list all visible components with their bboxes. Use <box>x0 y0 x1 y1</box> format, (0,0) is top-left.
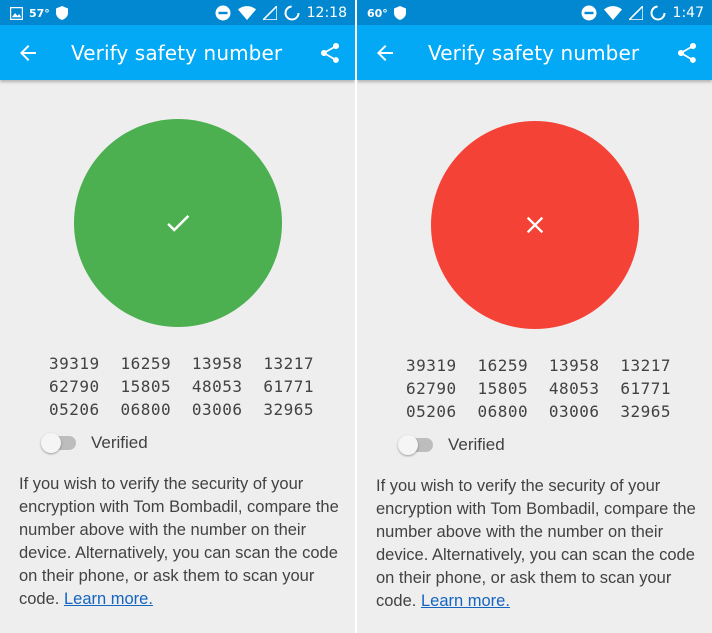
temperature: 60° <box>367 6 388 20</box>
safety-number-group: 16259 <box>120 354 172 373</box>
clock: 1:47 <box>672 4 704 21</box>
toggle-thumb <box>41 433 61 453</box>
wifi-icon <box>603 5 622 20</box>
checkmark-icon <box>167 215 190 232</box>
safety-number-group: 13958 <box>548 356 600 375</box>
safety-number-group: 61771 <box>263 377 314 396</box>
safety-number-group: 32965 <box>263 400 314 419</box>
screen-mismatch: 60° 1:47 Verify safety number 39319 1625… <box>357 0 712 633</box>
safety-number-group: 61771 <box>620 379 671 398</box>
safety-number-row: 05206 06800 03006 32965 <box>406 400 671 423</box>
safety-number-row: 62790 15805 48053 61771 <box>406 377 671 400</box>
safety-number-group: 05206 <box>49 400 100 419</box>
safety-number-group: 03006 <box>548 402 600 421</box>
page-title: Verify safety number <box>71 41 283 65</box>
safety-number-group: 06800 <box>120 400 172 419</box>
safety-number-group: 48053 <box>548 379 600 398</box>
back-arrow-icon[interactable] <box>16 41 40 65</box>
safety-number-group: 48053 <box>191 377 243 396</box>
safety-number-group: 16259 <box>477 356 529 375</box>
share-icon[interactable] <box>675 41 699 65</box>
verification-status-circle <box>431 121 639 329</box>
safety-number-group: 13217 <box>620 356 671 375</box>
safety-number: 39319 16259 13958 13217 62790 15805 4805… <box>406 354 671 423</box>
safety-number-group: 39319 <box>406 356 457 375</box>
signal-icon <box>262 5 277 20</box>
verified-toggle[interactable] <box>398 435 434 455</box>
description-text: If you wish to verify the security of yo… <box>19 475 339 608</box>
back-arrow-icon[interactable] <box>373 41 397 65</box>
safety-number-group: 39319 <box>49 354 100 373</box>
safety-number-group: 13217 <box>263 354 314 373</box>
safety-number-group: 15805 <box>477 379 529 398</box>
safety-number-group: 03006 <box>191 400 243 419</box>
temperature: 57° <box>29 6 50 20</box>
learn-more-link[interactable]: Learn more. <box>64 590 153 608</box>
status-bar: 57° 12:18 <box>0 0 355 25</box>
safety-number-group: 05206 <box>406 402 457 421</box>
safety-number-group: 13958 <box>191 354 243 373</box>
safety-number-row: 39319 16259 13958 13217 <box>406 354 671 377</box>
dnd-icon <box>215 5 231 20</box>
image-icon <box>10 6 23 20</box>
safety-number-group: 32965 <box>620 402 671 421</box>
x-mark-icon <box>526 216 544 234</box>
shield-icon <box>393 6 406 20</box>
app-bar: Verify safety number <box>357 25 712 80</box>
safety-number-row: 62790 15805 48053 61771 <box>49 375 314 398</box>
signal-icon <box>628 5 643 20</box>
learn-more-link[interactable]: Learn more. <box>421 592 510 610</box>
screen-verified: 57° 12:18 Verify safety number 39319 162… <box>0 0 355 633</box>
verified-toggle[interactable] <box>41 433 77 453</box>
verified-label: Verified <box>448 435 505 454</box>
verification-status-circle <box>74 119 282 327</box>
clock: 12:18 <box>306 4 347 21</box>
app-bar: Verify safety number <box>0 25 355 80</box>
dnd-icon <box>581 5 597 20</box>
safety-number-group: 62790 <box>406 379 457 398</box>
safety-number-group: 06800 <box>477 402 529 421</box>
verification-description: If you wish to verify the security of yo… <box>19 473 344 611</box>
safety-number: 39319 16259 13958 13217 62790 15805 4805… <box>49 352 314 421</box>
toggle-thumb <box>398 435 418 455</box>
verified-label: Verified <box>91 433 148 452</box>
verified-toggle-row: Verified <box>41 431 148 455</box>
status-bar: 60° 1:47 <box>357 0 712 25</box>
safety-number-row: 39319 16259 13958 13217 <box>49 352 314 375</box>
verified-toggle-row: Verified <box>398 433 505 457</box>
safety-number-row: 05206 06800 03006 32965 <box>49 398 314 421</box>
description-text: If you wish to verify the security of yo… <box>376 477 696 610</box>
wifi-icon <box>237 5 256 20</box>
safety-number-group: 62790 <box>49 377 100 396</box>
safety-number-group: 15805 <box>120 377 172 396</box>
verification-description: If you wish to verify the security of yo… <box>376 475 701 613</box>
shield-icon <box>55 6 68 20</box>
battery-icon <box>284 5 300 20</box>
share-icon[interactable] <box>318 41 342 65</box>
battery-icon <box>650 5 666 20</box>
page-title: Verify safety number <box>428 41 640 65</box>
